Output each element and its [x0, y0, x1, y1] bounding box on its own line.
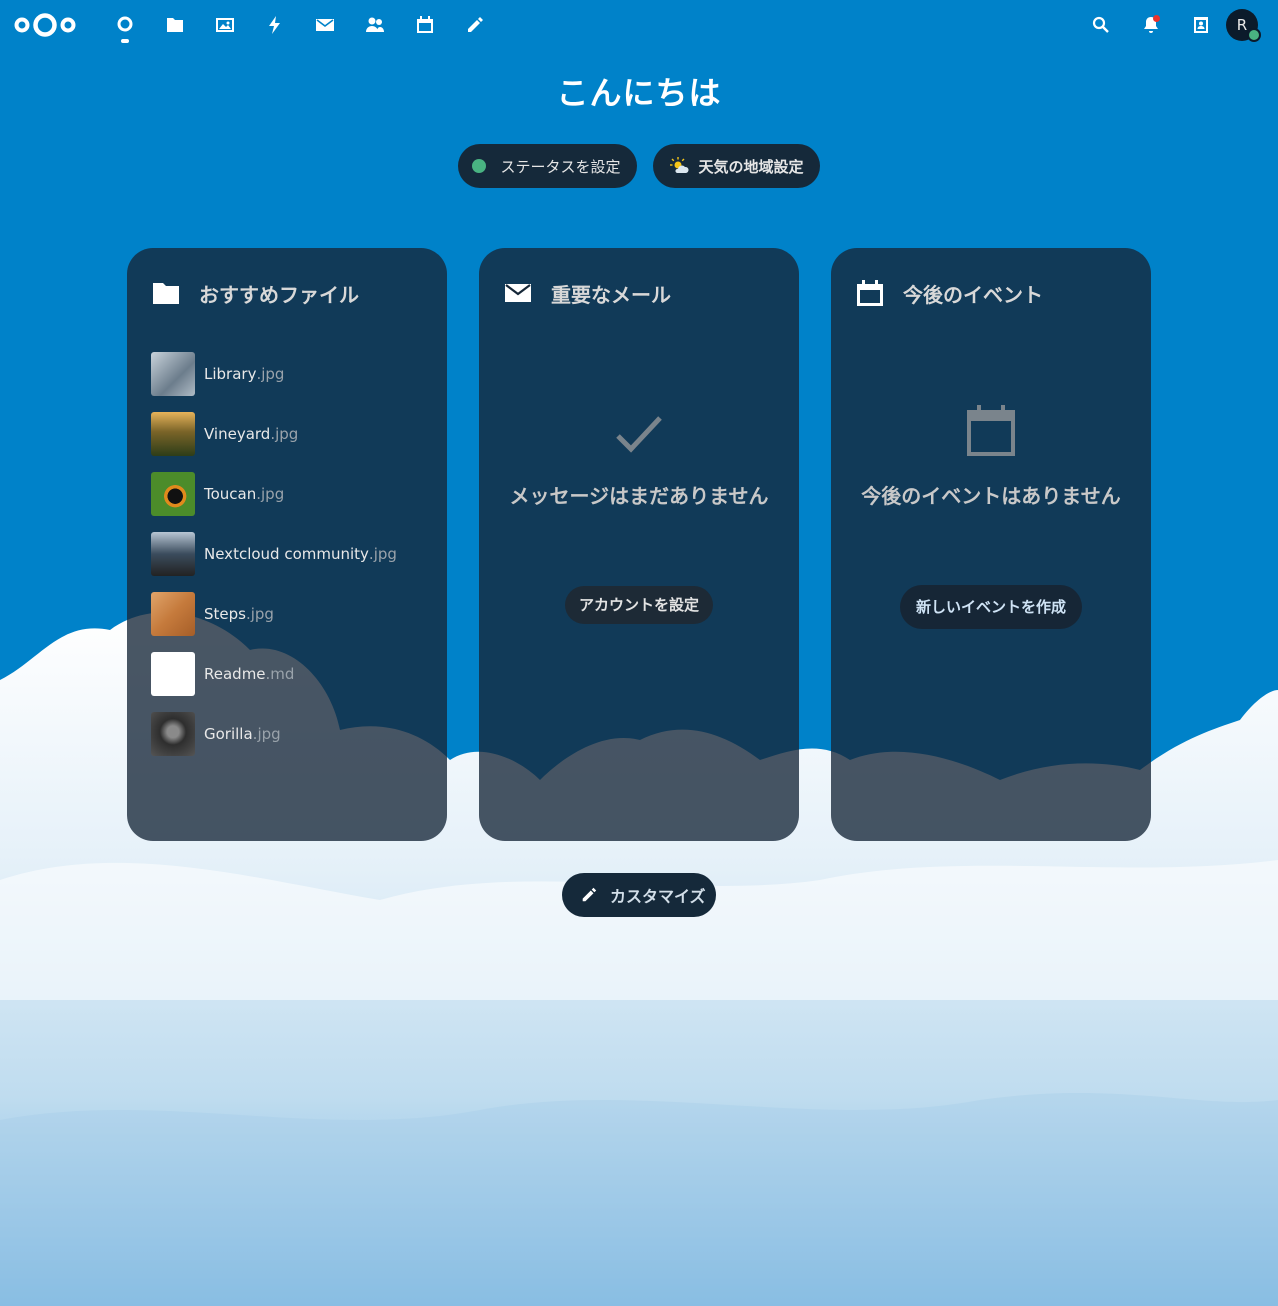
file-name: Library	[204, 365, 257, 383]
calendar-outline-icon	[967, 405, 1015, 456]
nextcloud-logo[interactable]	[14, 11, 76, 39]
file-item[interactable]: Library .jpg	[151, 344, 397, 404]
file-item[interactable]: Readme .md	[151, 644, 397, 704]
create-event-button[interactable]: 新しいイベントを作成	[899, 585, 1082, 629]
file-item[interactable]: Toucan .jpg	[151, 464, 397, 524]
file-item[interactable]: Steps .jpg	[151, 584, 397, 644]
online-status-indicator	[1247, 28, 1261, 42]
panel-title: 今後のイベント	[903, 282, 1043, 307]
file-extension: .jpg	[368, 545, 397, 563]
file-thumbnail	[151, 712, 195, 756]
file-extension: .jpg	[256, 365, 285, 383]
notifications-button[interactable]	[1126, 0, 1176, 50]
file-item[interactable]: Vineyard .jpg	[151, 404, 397, 464]
file-thumbnail	[151, 652, 195, 696]
app-calendar[interactable]	[400, 0, 450, 50]
file-thumbnail	[151, 352, 195, 396]
search-icon	[1092, 16, 1109, 33]
app-files[interactable]	[150, 0, 200, 50]
empty-state: メッセージはまだありません	[479, 480, 799, 509]
customize-button[interactable]: カスタマイズ	[562, 873, 716, 917]
file-thumbnail	[151, 412, 195, 456]
app-photos[interactable]	[200, 0, 250, 50]
file-thumbnail	[151, 592, 195, 636]
customize-label: カスタマイズ	[610, 887, 706, 906]
setup-account-wrap: アカウントを設定	[479, 586, 799, 624]
empty-calendar	[831, 402, 1151, 458]
file-item[interactable]: Gorilla .jpg	[151, 704, 397, 764]
contacts-icon	[366, 17, 384, 32]
panel-recommended-files: おすすめファイル Library .jpg Vineyard .jpg Toucan…	[127, 248, 447, 841]
file-extension: .jpg	[256, 485, 285, 503]
panel-upcoming-events: 今後のイベント 今後のイベントはありません 新しいイベントを作成	[831, 248, 1151, 841]
file-extension: .jpg	[270, 425, 299, 443]
online-status-dot	[472, 159, 487, 173]
panel-title: 重要なメール	[551, 282, 671, 307]
contact-card-icon	[1194, 17, 1208, 33]
app-contacts[interactable]	[350, 0, 400, 50]
pencil-icon	[582, 887, 597, 902]
calendar-icon	[417, 16, 433, 33]
file-extension: .jpg	[252, 725, 281, 743]
app-mail[interactable]	[300, 0, 350, 50]
app-navigation	[100, 0, 500, 50]
file-name: Toucan	[204, 485, 257, 503]
file-list: Library .jpg Vineyard .jpg Toucan .jpg Next…	[151, 344, 397, 764]
panel-header: 重要なメール	[503, 278, 671, 308]
file-name: Gorilla	[204, 725, 253, 743]
empty-state: 今後のイベントはありません	[831, 480, 1151, 509]
contacts-menu-button[interactable]	[1176, 0, 1226, 50]
empty-state-text: 今後のイベントはありません	[861, 484, 1121, 508]
file-name: Readme	[204, 665, 266, 683]
file-extension: .jpg	[245, 605, 274, 623]
set-status-button[interactable]: ステータスを設定	[458, 144, 637, 188]
panel-header: 今後のイベント	[855, 278, 1043, 308]
app-activity[interactable]	[250, 0, 300, 50]
image-icon	[216, 18, 234, 32]
app-notes[interactable]	[450, 0, 500, 50]
calendar-icon	[857, 280, 883, 306]
empty-check	[479, 408, 799, 462]
panel-important-mail: 重要なメール メッセージはまだありません アカウントを設定	[479, 248, 799, 841]
header: R	[0, 0, 1278, 50]
weather-location-button[interactable]: 天気の地域設定	[652, 144, 820, 188]
lightning-icon	[269, 16, 280, 34]
file-name: Nextcloud community	[204, 545, 369, 563]
status-row: ステータスを設定 天気の地域設定	[0, 144, 1278, 188]
file-name: Vineyard	[204, 425, 271, 443]
greeting-title: こんにちは	[556, 74, 722, 112]
pencil-icon	[468, 17, 483, 32]
folder-icon	[167, 18, 183, 32]
file-name: Steps	[204, 605, 246, 623]
create-event-wrap: 新しいイベントを作成	[831, 585, 1151, 629]
file-thumbnail	[151, 532, 195, 576]
panel-title: おすすめファイル	[199, 282, 359, 307]
setup-account-button[interactable]: アカウントを設定	[564, 586, 713, 624]
dashboard-icon	[117, 16, 133, 32]
weather-sun-cloud-icon	[669, 157, 689, 173]
app-dashboard[interactable]	[100, 0, 150, 50]
search-button[interactable]	[1076, 0, 1126, 50]
mail-icon	[316, 19, 334, 31]
file-extension: .md	[265, 665, 295, 683]
file-item[interactable]: Nextcloud community .jpg	[151, 524, 397, 584]
mail-icon	[505, 284, 531, 302]
empty-state-text: メッセージはまだありません	[509, 484, 769, 508]
panel-header: おすすめファイル	[151, 278, 359, 308]
header-right: R	[1076, 0, 1278, 50]
checkmark-icon	[616, 416, 662, 453]
notification-badge	[1153, 15, 1160, 22]
folder-icon	[153, 283, 179, 304]
set-status-label: ステータスを設定	[500, 157, 621, 176]
weather-location-label: 天気の地域設定	[698, 157, 804, 176]
file-thumbnail	[151, 472, 195, 516]
user-menu[interactable]: R	[1226, 0, 1278, 50]
